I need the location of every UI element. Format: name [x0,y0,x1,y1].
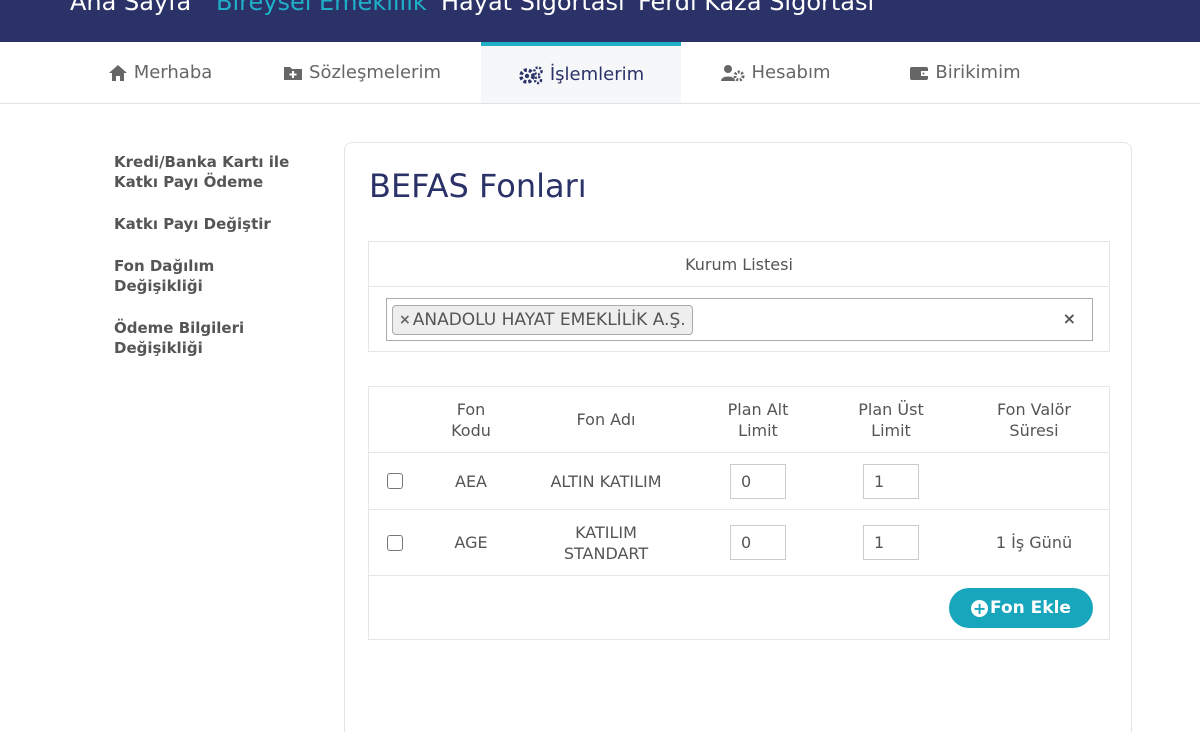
plan-alt-limit-input[interactable] [730,525,786,560]
folder-plus-icon [284,66,303,80]
tab-label: Hesabım [751,62,831,83]
header-plan-alt-limit: Plan Alt Limit [727,399,789,440]
kurum-listesi-panel: Kurum Listesi × ANADOLU HAYAT EMEKLİLİK … [368,241,1110,352]
fon-table: Fon Kodu Fon Adı Plan Alt Limit Plan Üst Li… [368,386,1110,640]
tab-hesabim[interactable]: Hesabım [700,42,850,103]
top-nav-ana-sayfa[interactable]: Ana Sayfa [70,0,191,16]
header-fon-valor-suresi: Fon Valör Süresi [997,399,1071,440]
fon-ekle-label: Fon Ekle [990,598,1071,618]
gears-icon [519,65,543,84]
sidebar-item-katki-payi-degistir[interactable]: Katkı Payı Değiştir [114,214,314,234]
plan-ust-limit-input[interactable] [863,525,919,560]
tab-birikimim[interactable]: Birikimim [890,42,1040,103]
home-icon [108,64,127,81]
sidebar-menu: Kredi/Banka Kartı ile Katkı Payı Ödeme K… [114,152,314,380]
chip-label: ANADOLU HAYAT EMEKLİLİK A.Ş. [412,310,686,330]
wallet-icon [910,66,929,80]
top-nav-ferdi-kaza[interactable]: Ferdi Kaza Sigortası [638,0,874,16]
top-nav-hayat-sigortasi[interactable]: Hayat Sigortası [441,0,625,16]
selected-kurum-chip: × ANADOLU HAYAT EMEKLİLİK A.Ş. [392,305,693,335]
tab-islemlerim[interactable]: İşlemlerim [481,42,681,103]
sub-navigation: Merhaba Sözleşmelerim İşlemlerim Hesabım… [0,42,1200,104]
sidebar-item-odeme-bilgileri[interactable]: Ödeme Bilgileri Değişikliği [114,318,314,358]
table-row: AGE KATILIMSTANDART 1 İş Günü [369,510,1109,576]
tab-merhaba[interactable]: Merhaba [80,42,240,103]
table-footer: + Fon Ekle [369,576,1109,639]
row-checkbox[interactable] [387,534,403,551]
sidebar-item-kart-odeme[interactable]: Kredi/Banka Kartı ile Katkı Payı Ödeme [114,152,314,192]
page-title: BEFAS Fonları [369,167,587,205]
sidebar-item-fon-dagilim[interactable]: Fon Dağılım Değişikliği [114,256,314,296]
fon-adi: KATILIM STANDART [563,522,649,563]
fon-valor-suresi: 1 İş Günü [995,533,1073,552]
header-plan-ust-limit: Plan Üst Limit [858,399,924,440]
plan-ust-limit-input[interactable] [863,463,919,499]
header-fon-kodu: Fon Kodu [451,399,491,440]
kurum-listesi-header: Kurum Listesi [369,242,1109,287]
clear-selection-icon[interactable]: × [1063,309,1076,328]
row-checkbox[interactable] [387,473,403,489]
plus-circle-icon: + [971,598,989,618]
plan-alt-limit-input[interactable] [730,463,786,499]
top-navigation: Ana Sayfa Bireysel Emeklilik Hayat Sigor… [0,0,1200,42]
fon-kodu: AGE [454,533,488,552]
kurum-select[interactable]: × ANADOLU HAYAT EMEKLİLİK A.Ş. × [386,298,1093,341]
fon-ekle-button[interactable]: + Fon Ekle [949,588,1093,628]
tab-label: İşlemlerim [549,64,645,85]
header-fon-adi: Fon Adı [576,410,636,429]
table-header-row: Fon Kodu Fon Adı Plan Alt Limit Plan Üst Li… [369,387,1109,453]
tab-sozlesmelerim[interactable]: Sözleşmelerim [262,42,462,103]
tab-label: Sözleşmelerim [309,62,441,83]
user-gear-icon [720,64,744,81]
fon-kodu: AEA [455,471,487,491]
top-nav-bireysel-emeklilik[interactable]: Bireysel Emeklilik [216,0,427,16]
table-row: AEA ALTIN KATILIM [369,453,1109,510]
chip-remove-icon[interactable]: × [399,312,411,328]
fon-adi: ALTIN KATILIM [550,471,662,491]
befas-card: BEFAS Fonları Kurum Listesi × ANADOLU HA… [344,142,1132,732]
fon-valor-suresi [969,453,1099,509]
tab-label: Birikimim [935,62,1021,83]
tab-label: Merhaba [133,62,213,83]
